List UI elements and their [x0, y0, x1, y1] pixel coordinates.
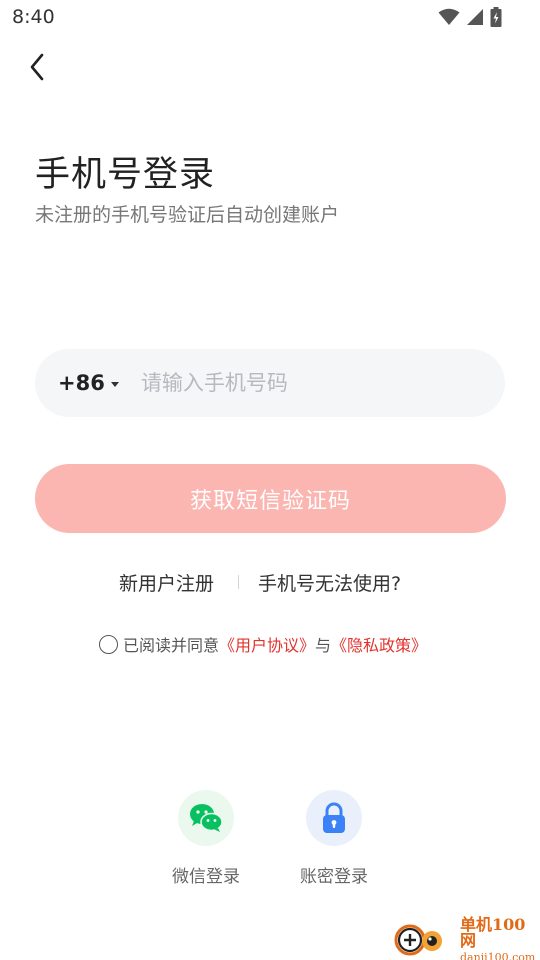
password-login-button[interactable]: 账密登录 [289, 790, 379, 887]
wechat-icon-circle[interactable] [178, 790, 234, 846]
back-arrow-icon [30, 53, 44, 81]
agreement-conjunction: 与 [315, 636, 332, 655]
phone-unavailable-link[interactable]: 手机号无法使用? [258, 569, 401, 596]
login-screen: 8:40 手机号登录 未注册的手机号验证后自动创建账户 +86 获取短 [0, 0, 540, 960]
wechat-login-button[interactable]: 微信登录 [161, 790, 251, 887]
page-title: 手机号登录 [35, 155, 216, 195]
watermark-logo-icon [390, 920, 460, 960]
phone-field: +86 [35, 349, 505, 417]
wechat-login-label: 微信登录 [172, 867, 240, 887]
links-row: 新用户注册 手机号无法使用? [0, 569, 540, 597]
watermark-domain: danji100.com [460, 951, 536, 960]
new-user-register-link[interactable]: 新用户注册 [119, 569, 214, 596]
user-agreement-link[interactable]: 《用户协议》 [219, 632, 315, 656]
caret-down-icon[interactable] [110, 381, 119, 387]
agreement-checkbox[interactable] [99, 634, 118, 654]
status-icons [438, 7, 502, 27]
watermark-name: 单机100网 [460, 915, 526, 950]
phone-number-input[interactable] [140, 371, 441, 395]
signal-icon [467, 9, 483, 25]
status-bar: 8:40 [0, 0, 540, 36]
lock-icon [323, 802, 345, 833]
get-sms-code-button[interactable]: 获取短信验证码 [35, 464, 506, 533]
lock-icon-circle[interactable] [306, 790, 362, 846]
status-time: 8:40 [12, 6, 55, 28]
agreement-prefix: 已阅读并同意 [123, 636, 220, 655]
agreement-row: 已阅读并同意 《用户协议》 与 《隐私政策》 [99, 632, 427, 656]
country-code-selector[interactable]: +86 [58, 371, 105, 395]
page-subtitle: 未注册的手机号验证后自动创建账户 [35, 204, 340, 226]
wechat-icon [190, 804, 223, 832]
link-divider [238, 575, 239, 589]
watermark-text: 单机100网 danji100.com [460, 917, 540, 960]
wifi-icon [438, 8, 460, 25]
battery-icon [490, 7, 502, 27]
privacy-policy-link[interactable]: 《隐私政策》 [331, 632, 427, 656]
watermark: 单机100网 danji100.com [390, 917, 540, 960]
password-login-label: 账密登录 [300, 867, 368, 887]
back-button[interactable] [22, 50, 52, 84]
